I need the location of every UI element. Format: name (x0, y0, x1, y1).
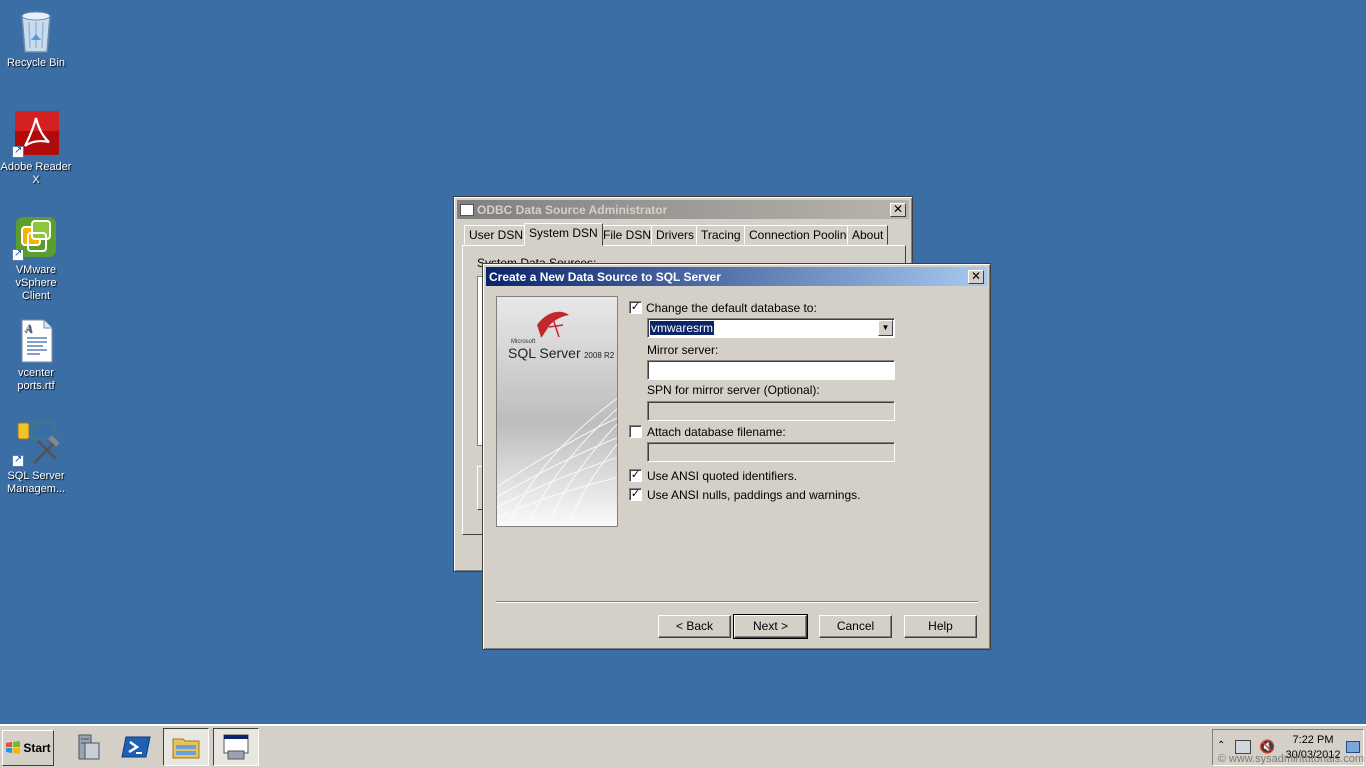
adobe-reader-icon (12, 110, 60, 158)
network-icon[interactable] (1235, 740, 1251, 754)
mirror-server-input[interactable] (647, 360, 895, 380)
taskbar-server-manager[interactable] (64, 728, 110, 766)
recycle-bin-icon (12, 6, 60, 54)
sql-server-logo-panel: Microsoft SQL Server 2008 R2 (496, 296, 618, 527)
odbc-app-icon (223, 734, 249, 760)
desktop-icon-vsphere[interactable]: VMware vSphere Client (0, 213, 72, 303)
odbc-app-icon (460, 203, 474, 216)
default-database-value: vmwaresrm (650, 321, 714, 335)
ansi-quoted-label: Use ANSI quoted identifiers. (647, 469, 798, 483)
help-button[interactable]: Help (904, 615, 977, 638)
windows-flag-icon (6, 741, 21, 754)
ansi-nulls-label: Use ANSI nulls, paddings and warnings. (647, 488, 861, 502)
vsphere-icon (12, 213, 60, 261)
rtf-document-icon: A (12, 316, 60, 364)
dialog-title: Create a New Data Source to SQL Server (489, 269, 721, 284)
attach-db-checkbox[interactable] (629, 425, 642, 438)
separator (496, 601, 978, 603)
tab-about[interactable]: About (847, 225, 889, 245)
cancel-button[interactable]: Cancel (819, 615, 892, 638)
taskbar-powershell[interactable] (113, 728, 159, 766)
attach-db-input[interactable] (647, 442, 895, 462)
desktop-icon-label: SQL Server Managem... (6, 470, 66, 495)
desktop-icon-vcenter-ports[interactable]: A vcenter ports.rtf (0, 316, 72, 393)
tab-user-dsn[interactable]: User DSN (464, 225, 529, 245)
create-data-source-dialog: Create a New Data Source to SQL Server ✕… (482, 263, 991, 650)
desktop-icon-label: VMware vSphere Client (15, 264, 57, 302)
odbc-titlebar[interactable]: ODBC Data Source Administrator ✕ (457, 200, 909, 219)
sql-server-management-icon (12, 419, 60, 467)
chevron-down-icon[interactable]: ▼ (878, 320, 893, 336)
folder-icon (172, 738, 200, 759)
attach-db-label: Attach database filename: (647, 425, 786, 439)
desktop-icon-sql-management[interactable]: SQL Server Managem... (0, 419, 72, 496)
close-button[interactable]: ✕ (968, 269, 984, 284)
logo-product-name: SQL Server (508, 345, 581, 361)
tab-drivers[interactable]: Drivers (651, 225, 699, 245)
chevron-up-icon[interactable]: ⌃ (1217, 740, 1225, 751)
default-database-select[interactable]: vmwaresrm ▼ (647, 318, 895, 338)
window-title: ODBC Data Source Administrator (477, 202, 668, 217)
server-manager-icon (78, 734, 100, 760)
show-desktop-icon[interactable] (1346, 741, 1360, 753)
powershell-icon (121, 736, 151, 758)
taskbar: Start ⌃ 🔇 7:22 PM 30/03/2012 © www.sysad… (0, 724, 1366, 768)
logo-product-text: SQL Server 2008 R2 (508, 345, 614, 361)
close-button[interactable]: ✕ (890, 202, 906, 217)
clock-time: 7:22 PM (1292, 734, 1334, 746)
sql-server-logo-icon (497, 311, 617, 526)
start-label: Start (23, 741, 51, 755)
tab-file-dsn[interactable]: File DSN (598, 225, 657, 245)
ansi-nulls-checkbox[interactable]: ✓ (629, 488, 642, 501)
tab-connection-pooling[interactable]: Connection Pooling (744, 225, 859, 245)
desktop-icon-label: vcenter ports.rtf (17, 367, 55, 392)
change-default-db-label: Change the default database to: (646, 301, 817, 315)
spn-label: SPN for mirror server (Optional): (647, 383, 820, 397)
change-default-db-checkbox[interactable]: ✓ (629, 301, 642, 314)
desktop-icon-recycle-bin[interactable]: Recycle Bin (0, 6, 72, 70)
start-button[interactable]: Start (2, 730, 54, 766)
spn-input[interactable] (647, 401, 895, 421)
mirror-server-label: Mirror server: (647, 343, 719, 357)
desktop-icon-label: Adobe Reader X (0, 161, 72, 186)
tab-tracing[interactable]: Tracing (696, 225, 746, 245)
desktop-icon-label: Recycle Bin (6, 57, 66, 69)
svg-text:A: A (24, 324, 32, 335)
taskbar-odbc[interactable] (213, 728, 259, 766)
tab-system-dsn[interactable]: System DSN (524, 223, 603, 246)
next-button[interactable]: Next > (733, 614, 808, 639)
taskbar-explorer[interactable] (163, 728, 209, 766)
back-button[interactable]: < Back (658, 615, 731, 638)
dialog-titlebar[interactable]: Create a New Data Source to SQL Server ✕ (486, 267, 987, 286)
watermark: © www.sysadmintutorials.com (1217, 753, 1364, 765)
logo-version: 2008 R2 (583, 351, 615, 360)
ansi-quoted-checkbox[interactable]: ✓ (629, 469, 642, 482)
desktop-icon-adobe-reader[interactable]: Adobe Reader X (0, 110, 72, 187)
